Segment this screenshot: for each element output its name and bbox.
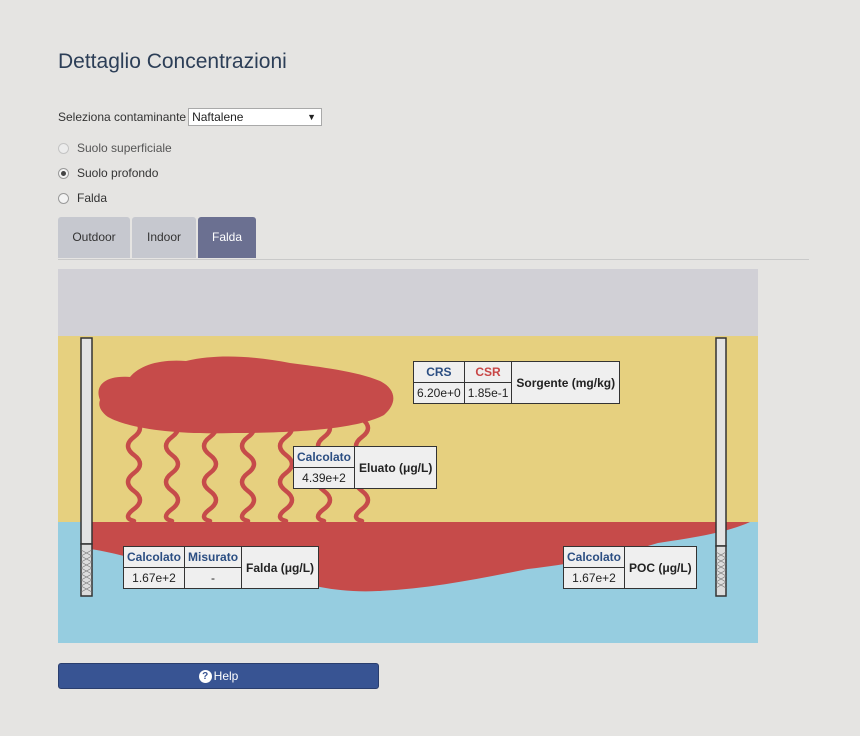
tab-bar: Outdoor Indoor Falda (58, 217, 809, 260)
radio-button[interactable] (58, 142, 69, 154)
poc-calcolato-header: Calcolato (564, 547, 625, 568)
csr-header: CSR (464, 362, 512, 383)
csr-value: 1.85e-1 (467, 386, 509, 400)
left-monitoring-well (80, 337, 93, 597)
radio-suolo-superficiale[interactable]: Suolo superficiale (58, 141, 172, 155)
contaminant-select[interactable]: Naftalene ▼ (188, 108, 323, 126)
radio-suolo-profondo[interactable]: Suolo profondo (58, 166, 158, 180)
falda-misurato-value: - (211, 571, 216, 585)
poc-label: POC (μg/L) (629, 560, 692, 575)
poc-box: Calcolato 1.67e+2 POC (μg/L) (563, 546, 697, 589)
tab-indoor[interactable]: Indoor (132, 217, 196, 258)
radio-label: Suolo superficiale (77, 141, 172, 155)
eluato-box: Calcolato 4.39e+2 Eluato (μg/L) (293, 446, 438, 489)
eluato-calcolato-header: Calcolato (294, 447, 355, 468)
falda-calcolato-header: Calcolato (124, 547, 185, 568)
tab-outdoor[interactable]: Outdoor (58, 217, 130, 258)
dropdown-arrow-icon: ▼ (307, 112, 317, 122)
radio-label: Falda (77, 191, 108, 205)
contaminant-select-value: Naftalene (192, 110, 244, 124)
radio-button[interactable] (58, 192, 69, 204)
crs-header: CRS (414, 362, 464, 383)
contaminant-selector-label: Seleziona contaminante (58, 110, 187, 124)
question-circle-icon: ? (198, 669, 212, 683)
contamination-diagram: CRS 6.20e+0 CSR 1.85e-1 Sorgente (mg/kg)… (58, 269, 758, 643)
radio-button[interactable] (58, 167, 69, 179)
crs-value: 6.20e+0 (417, 386, 461, 400)
eluato-label: Eluato (μg/L) (359, 460, 433, 475)
help-label: Help (213, 669, 239, 683)
poc-calcolato-value: 1.67e+2 (572, 571, 616, 585)
page-title: Dettaglio Concentrazioni (58, 50, 287, 73)
help-button[interactable]: ? Help (58, 663, 379, 689)
right-monitoring-well (715, 337, 727, 597)
falda-calcolato-value: 1.67e+2 (132, 571, 176, 585)
sorgente-box: CRS 6.20e+0 CSR 1.85e-1 Sorgente (mg/kg) (413, 361, 621, 404)
falda-label: Falda (μg/L) (246, 560, 315, 575)
falda-misurato-header: Misurato (185, 547, 242, 568)
radio-falda[interactable]: Falda (58, 191, 107, 205)
radio-label: Suolo profondo (77, 166, 159, 180)
eluato-calcolato-value: 4.39e+2 (302, 471, 346, 485)
air-layer (58, 269, 758, 336)
tab-falda[interactable]: Falda (198, 217, 256, 258)
falda-box: Calcolato 1.67e+2 Misurato - Falda (μg/L… (123, 546, 320, 589)
sorgente-label: Sorgente (mg/kg) (516, 375, 616, 390)
contaminant-selector: Seleziona contaminante Naftalene ▼ (58, 108, 323, 126)
